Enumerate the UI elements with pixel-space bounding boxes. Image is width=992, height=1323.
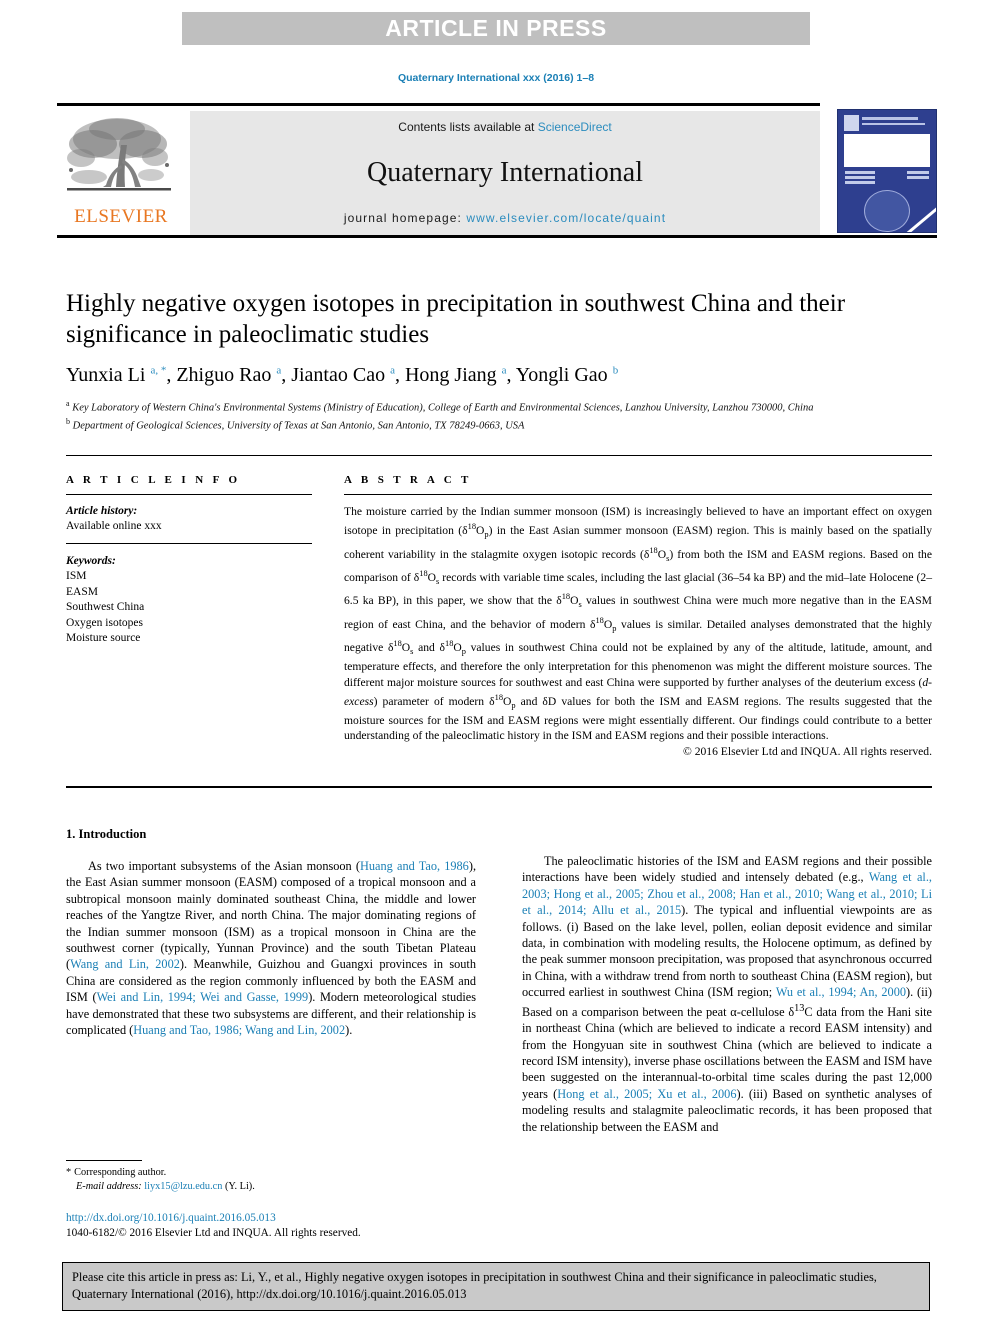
affiliation-list: a Key Laboratory of Western China's Envi…	[66, 397, 932, 433]
author-list: Yunxia Li a, *, Zhiguo Rao a, Jiantao Ca…	[66, 364, 619, 386]
elsevier-tree-icon	[67, 118, 171, 191]
affiliation-b: b Department of Geological Sciences, Uni…	[66, 417, 525, 432]
affiliation-a-text: Key Laboratory of Western China's Enviro…	[72, 402, 814, 414]
article-history-label: Article history:	[66, 505, 138, 517]
journal-reference-line[interactable]: Quaternary International xxx (2016) 1–8	[0, 72, 992, 84]
list-item: EASM	[66, 585, 98, 598]
journal-info-box: Contents lists available at ScienceDirec…	[190, 111, 820, 235]
page-title: Highly negative oxygen isotopes in preci…	[66, 290, 846, 348]
article-info-heading: A R T I C L E I N F O	[66, 474, 241, 486]
list-item: Southwest China	[66, 601, 145, 613]
masthead-top-rule	[57, 103, 820, 106]
journal-cover-thumbnail[interactable]	[837, 109, 937, 233]
keywords-label: Keywords:	[66, 555, 116, 567]
cover-title-lines	[862, 115, 930, 131]
citation-box: Please cite this article in press as: Li…	[62, 1262, 930, 1311]
affiliation-b-text: Department of Geological Sciences, Unive…	[72, 420, 525, 432]
keywords-divider	[66, 543, 312, 544]
footnote-block: * Corresponding author. E-mail address: l…	[66, 1166, 486, 1194]
article-in-press-label: ARTICLE IN PRESS	[385, 15, 607, 41]
footnote-rule	[66, 1160, 142, 1161]
keywords-list: ISM EASM Southwest China Oxygen isotopes…	[66, 569, 312, 647]
affiliation-a: a Key Laboratory of Western China's Envi…	[66, 399, 814, 414]
corresponding-author-note: * Corresponding author.	[66, 1166, 486, 1180]
cover-emblem-icon	[864, 190, 910, 232]
journal-homepage-link[interactable]: www.elsevier.com/locate/quaint	[466, 211, 666, 225]
cover-header	[844, 115, 930, 131]
cover-badge-icon	[844, 115, 859, 131]
journal-title: Quaternary International	[367, 156, 643, 188]
email-owner: (Y. Li).	[224, 1181, 255, 1192]
elsevier-wordmark: ELSEVIER	[74, 206, 168, 227]
abstract-heading: A B S T R A C T	[344, 474, 472, 486]
article-in-press-banner: ARTICLE IN PRESS	[182, 12, 810, 45]
section-heading-introduction: 1. Introduction	[66, 827, 147, 841]
journal-homepage-line: journal homepage: www.elsevier.com/locat…	[344, 211, 666, 225]
sciencedirect-link[interactable]: ScienceDirect	[538, 120, 612, 134]
contents-available-line: Contents lists available at ScienceDirec…	[398, 120, 611, 134]
elsevier-logo: ELSEVIER	[59, 113, 183, 233]
issn-copyright-line: 1040-6182/© 2016 Elsevier Ltd and INQUA.…	[66, 1227, 361, 1239]
abstract-bottom-rule	[66, 786, 932, 788]
paragraph-intro-right: The paleoclimatic histories of the ISM a…	[522, 854, 933, 1134]
abstract-column: A B S T R A C T The moisture carried by …	[344, 474, 932, 758]
list-item: Oxygen isotopes	[66, 616, 143, 629]
article-info-divider	[66, 494, 312, 495]
abstract-divider	[344, 494, 932, 495]
abstract-top-rule	[66, 455, 932, 456]
email-note: E-mail address: liyx15@lzu.edu.cn (Y. Li…	[66, 1180, 486, 1194]
contents-prefix: Contents lists available at	[398, 120, 538, 134]
email-link[interactable]: liyx15@lzu.edu.cn	[144, 1181, 222, 1192]
article-info-column: A R T I C L E I N F O Article history: A…	[66, 474, 312, 647]
citation-box-text: Please cite this article in press as: Li…	[72, 1270, 877, 1301]
doi-link[interactable]: http://dx.doi.org/10.1016/j.quaint.2016.…	[66, 1212, 276, 1224]
abstract-text: The moisture carried by the Indian summe…	[344, 505, 932, 743]
article-history-value: Available online xxx	[66, 520, 162, 532]
asterisk-icon: *	[66, 1167, 72, 1178]
journal-masthead: ELSEVIER Contents lists available at Sci…	[57, 103, 937, 238]
article-page: ARTICLE IN PRESS Quaternary Internationa…	[0, 0, 992, 1323]
body-column-right: The paleoclimatic histories of the ISM a…	[522, 853, 932, 1135]
paragraph-intro-left: As two important subsystems of the Asian…	[66, 859, 477, 1038]
abstract-copyright: © 2016 Elsevier Ltd and INQUA. All right…	[682, 744, 932, 758]
homepage-prefix: journal homepage:	[343, 211, 467, 225]
list-item: Moisture source	[66, 632, 141, 644]
email-label: E-mail address:	[76, 1181, 142, 1192]
list-item: ISM	[66, 570, 87, 582]
body-column-left: 1. Introduction As two important subsyst…	[66, 827, 476, 1038]
masthead-bottom-rule	[57, 235, 937, 238]
cover-white-panel	[844, 134, 930, 167]
title-block: Highly negative oxygen isotopes in preci…	[66, 288, 932, 433]
corresponding-author-text: Corresponding author.	[74, 1167, 167, 1178]
